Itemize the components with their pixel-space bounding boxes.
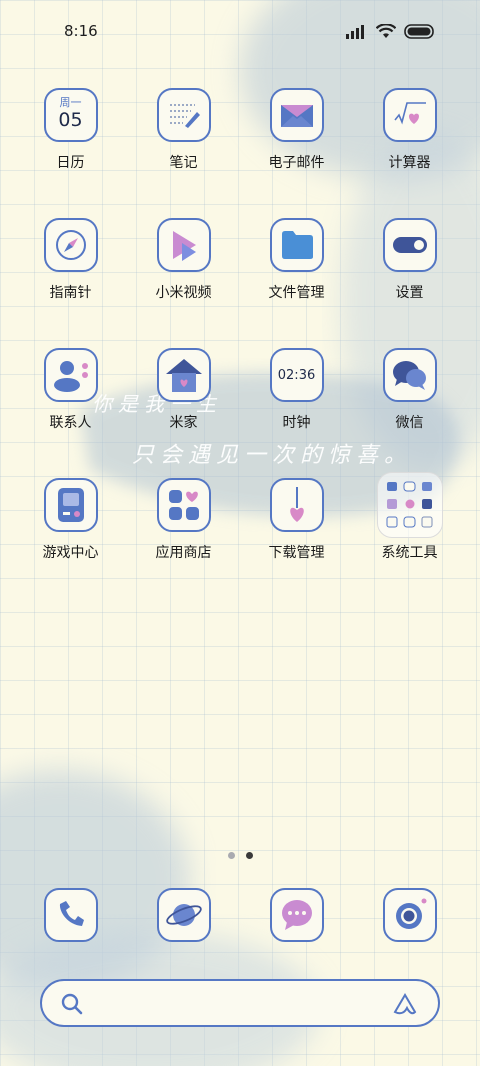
clock-icon-time: 02:36 [277, 367, 316, 383]
home-icon [156, 348, 211, 402]
app-mihome[interactable]: 米家 [127, 348, 240, 432]
dock-browser[interactable] [127, 888, 240, 942]
app-contacts[interactable]: 联系人 [14, 348, 127, 432]
app-label: 设置 [395, 285, 424, 301]
phone-icon [43, 888, 98, 942]
dock-messages[interactable] [240, 888, 353, 942]
page-indicator [228, 852, 253, 859]
download-icon [269, 478, 324, 532]
wallpaper-quote-line2: 只会遇见一次的惊喜。 [132, 443, 413, 468]
app-label: 微信 [395, 415, 424, 431]
folder-system-tools-icon [376, 472, 443, 538]
app-store[interactable]: 应用商店 [127, 478, 240, 562]
app-label: 电子邮件 [268, 155, 325, 171]
clock-icon: 02:36 [269, 348, 324, 402]
app-label: 应用商店 [155, 545, 212, 561]
app-video[interactable]: 小米视频 [127, 218, 240, 302]
mail-icon [269, 88, 324, 142]
folder-preview-grid [386, 481, 432, 528]
app-calculator[interactable]: 计算器 [353, 88, 466, 172]
app-store-icon [156, 478, 211, 532]
dock-camera[interactable] [353, 888, 466, 942]
app-game-center[interactable]: 游戏中心 [14, 478, 127, 562]
app-files[interactable]: 文件管理 [240, 218, 353, 302]
app-calendar[interactable]: 周一 05 日历 [14, 88, 127, 172]
contacts-icon [43, 348, 98, 402]
app-label: 笔记 [169, 155, 198, 171]
status-time: 8:16 [64, 22, 98, 40]
calendar-weekday: 周一 [59, 96, 82, 109]
search-bar[interactable] [40, 979, 440, 1027]
app-label: 系统工具 [381, 545, 438, 561]
calendar-day: 05 [58, 109, 83, 131]
app-label: 文件管理 [268, 285, 325, 301]
app-settings[interactable]: 设置 [353, 218, 466, 302]
app-downloads[interactable]: 下载管理 [240, 478, 353, 562]
app-label: 小米视频 [155, 285, 212, 301]
video-icon [156, 218, 211, 272]
calculator-icon [382, 88, 437, 142]
app-notes[interactable]: 笔记 [127, 88, 240, 172]
compass-icon [43, 218, 98, 272]
app-label: 下载管理 [268, 545, 325, 561]
app-label: 联系人 [49, 415, 92, 431]
planet-icon [156, 888, 211, 942]
app-label: 米家 [169, 415, 198, 431]
wechat-icon [382, 348, 437, 402]
signal-icon [346, 24, 364, 39]
message-icon [269, 888, 324, 942]
app-label: 日历 [56, 155, 85, 171]
app-clock[interactable]: 02:36 时钟 [240, 348, 353, 432]
app-mail[interactable]: 电子邮件 [240, 88, 353, 172]
calendar-icon: 周一 05 [43, 88, 98, 142]
folder-system-tools[interactable]: 系统工具 [353, 472, 466, 562]
page-dot-active[interactable] [246, 852, 253, 859]
wifi-icon [376, 24, 396, 38]
folder-icon [269, 218, 324, 272]
notes-icon [156, 88, 211, 142]
app-label: 游戏中心 [42, 545, 99, 561]
app-label: 指南针 [49, 285, 92, 301]
status-bar: 8:16 [0, 0, 480, 62]
page-dot[interactable] [228, 852, 235, 859]
app-wechat[interactable]: 微信 [353, 348, 466, 432]
search-icon[interactable] [60, 992, 84, 1016]
app-label: 时钟 [282, 415, 311, 431]
app-label: 计算器 [388, 155, 431, 171]
settings-toggle-icon [382, 218, 437, 272]
dock-phone[interactable] [14, 888, 127, 942]
game-icon [43, 478, 98, 532]
camera-icon [382, 888, 437, 942]
battery-icon [404, 24, 434, 39]
assistant-icon[interactable] [392, 992, 422, 1016]
app-compass[interactable]: 指南针 [14, 218, 127, 302]
